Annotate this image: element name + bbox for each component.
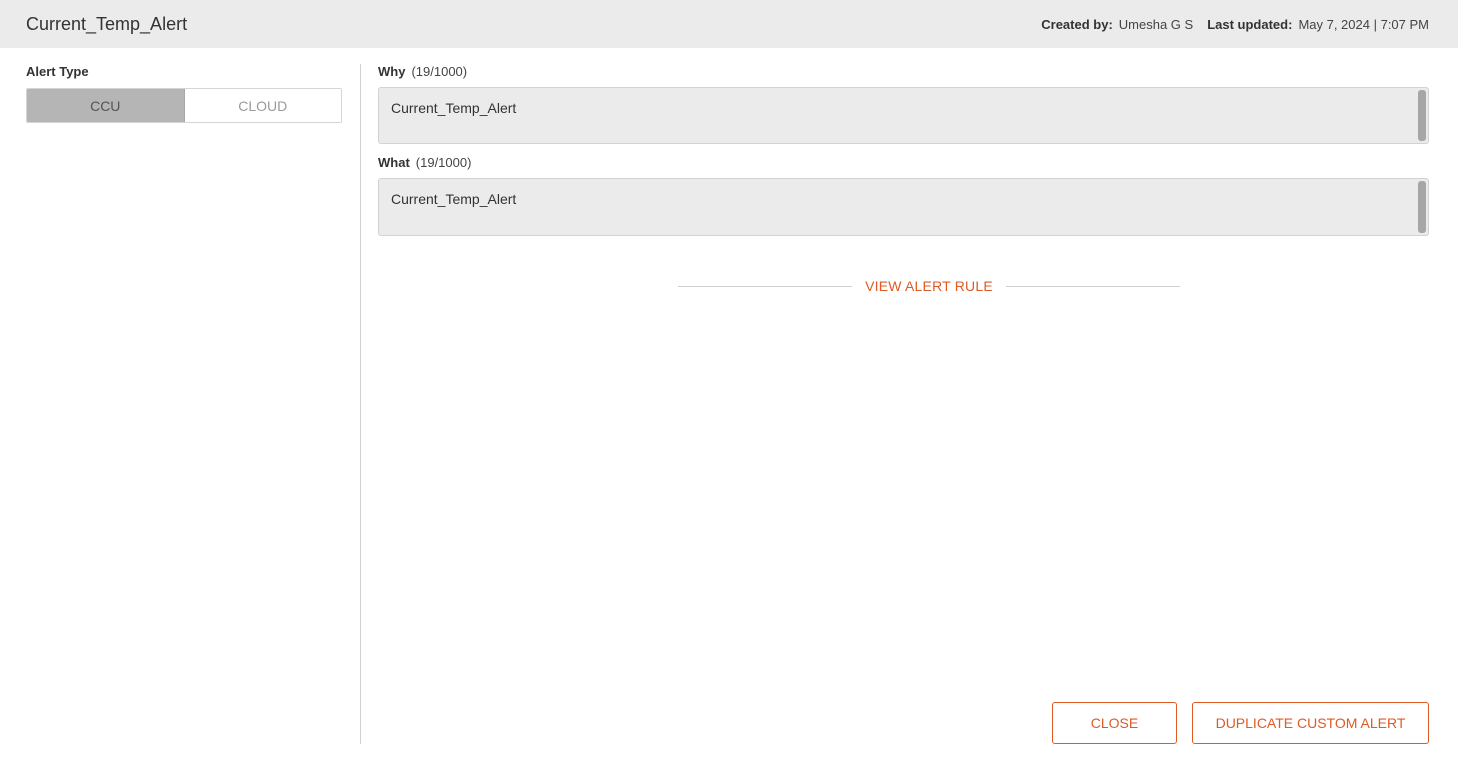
alert-type-cloud-option[interactable]: CLOUD bbox=[184, 89, 341, 122]
what-scrollbar[interactable] bbox=[1418, 181, 1426, 233]
page-title: Current_Temp_Alert bbox=[26, 13, 188, 34]
rule-divider-left bbox=[678, 285, 853, 287]
rule-divider-right bbox=[1005, 285, 1180, 287]
why-textarea-value: Current_Temp_Alert bbox=[391, 100, 517, 116]
vertical-divider bbox=[360, 64, 361, 744]
alert-type-ccu-option[interactable]: CCU bbox=[27, 89, 185, 122]
why-label: Why (19/1000) bbox=[378, 64, 467, 79]
created-by-label: Created by: bbox=[1041, 16, 1113, 32]
what-textarea[interactable]: Current_Temp_Alert bbox=[378, 178, 1429, 236]
alert-type-toggle: CCU CLOUD bbox=[26, 88, 342, 123]
why-char-count: (19/1000) bbox=[411, 64, 468, 79]
header-meta: Created by: Umesha G S Last updated: May… bbox=[1041, 17, 1429, 32]
close-button[interactable]: CLOSE bbox=[1052, 702, 1177, 744]
duplicate-custom-alert-button[interactable]: DUPLICATE CUSTOM ALERT bbox=[1192, 702, 1429, 744]
why-textarea[interactable]: Current_Temp_Alert bbox=[378, 87, 1429, 144]
what-label: What (19/1000) bbox=[378, 155, 471, 170]
alert-type-section: Alert Type CCU CLOUD bbox=[26, 64, 342, 123]
view-alert-rule-row: VIEW ALERT RULE bbox=[678, 276, 1180, 296]
why-label-text: Why bbox=[378, 64, 406, 79]
what-char-count: (19/1000) bbox=[415, 155, 472, 170]
why-scrollbar[interactable] bbox=[1418, 90, 1426, 141]
created-by-value: Umesha G S bbox=[1118, 16, 1194, 32]
view-alert-rule-link[interactable]: VIEW ALERT RULE bbox=[852, 278, 1006, 294]
last-updated-value: May 7, 2024 | 7:07 PM bbox=[1298, 16, 1429, 32]
last-updated-label: Last updated: bbox=[1207, 16, 1293, 32]
alert-type-label: Alert Type bbox=[26, 64, 89, 79]
page-header: Current_Temp_Alert Created by: Umesha G … bbox=[0, 0, 1458, 48]
what-textarea-value: Current_Temp_Alert bbox=[391, 191, 517, 207]
what-label-text: What bbox=[378, 155, 410, 170]
